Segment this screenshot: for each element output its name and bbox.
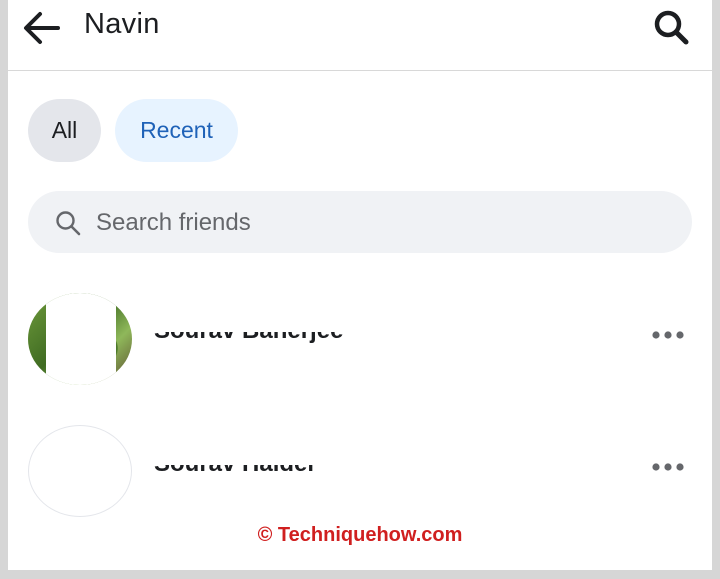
friend-row[interactable]: Sourav Banerjee [8,283,712,393]
app-frame: Navin All Recent Search friends Sourav B… [8,0,712,570]
friend-row[interactable]: Sourav Halder [8,415,712,525]
more-options-button[interactable] [648,323,688,347]
avatar-overlay [46,293,116,385]
friend-name: Sourav Banerjee [154,332,343,348]
search-button[interactable] [650,6,694,50]
friend-name-text: Sourav Halder [154,465,317,481]
avatar[interactable] [28,293,132,385]
back-button[interactable] [20,6,64,50]
friend-name-text: Sourav Banerjee [154,332,343,348]
page-title: Navin [84,8,160,40]
search-placeholder: Search friends [96,209,251,236]
search-icon [654,10,689,45]
filter-chip-all[interactable]: All [28,99,101,162]
more-dots-icon [652,331,684,339]
arrow-left-icon [24,12,60,44]
friend-name: Sourav Halder [154,465,317,481]
avatar[interactable] [28,425,132,517]
top-bar: Navin [8,0,712,71]
more-options-button[interactable] [648,455,688,479]
magnifier-icon [56,211,81,236]
more-dots-icon [652,463,684,471]
filter-chip-recent[interactable]: Recent [115,99,238,162]
search-friends-input[interactable]: Search friends [28,191,692,253]
watermark: © Techniquehow.com [257,524,463,546]
